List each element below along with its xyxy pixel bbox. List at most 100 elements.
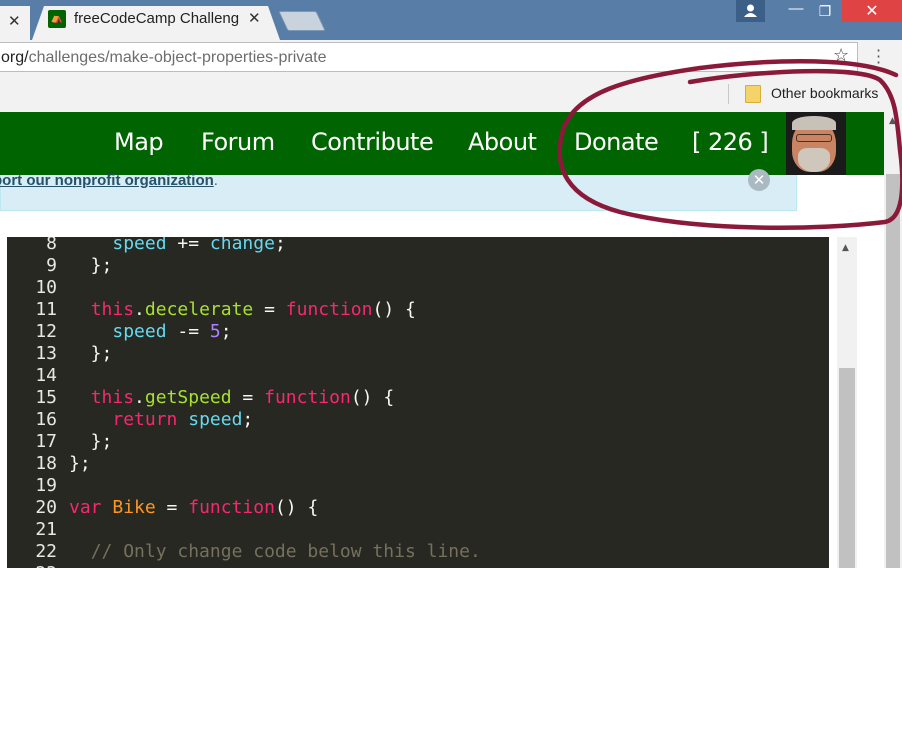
code-token: ; [242, 409, 254, 430]
code-token: = [155, 497, 189, 518]
nav-about[interactable]: About [468, 128, 537, 156]
line-number: 10 [35, 277, 57, 298]
freecodecamp-favicon-icon: ⛺ [48, 10, 66, 28]
tab-close-icon[interactable]: ✕ [248, 9, 261, 27]
code-token: function [264, 387, 351, 408]
line-number: 18 [35, 453, 57, 474]
line-number: 13 [35, 343, 57, 364]
page-scrollbar[interactable]: ▲ [884, 112, 902, 568]
code-token: }; [69, 343, 113, 364]
nav-map[interactable]: Map [114, 128, 164, 156]
line-code: // Only change code below this line. [69, 541, 481, 563]
code-token: // Only change code below this line. [90, 541, 481, 562]
other-bookmarks[interactable]: Other bookmarks [771, 85, 878, 101]
code-token: }; [69, 431, 113, 452]
code-token: function [285, 299, 373, 320]
bookmarks-bar: Other bookmarks [0, 78, 902, 113]
code-token: this [90, 387, 135, 408]
tab-freecodecamp[interactable]: ⛺ freeCodeCamp Challeng ✕ [32, 6, 280, 40]
avatar[interactable] [786, 112, 846, 175]
banner-close-icon[interactable]: ✕ [748, 169, 770, 191]
page-scroll-thumb[interactable] [886, 174, 900, 568]
line-number: 12 [35, 321, 57, 342]
code-token: var [69, 497, 102, 518]
scroll-up-icon[interactable]: ▲ [889, 116, 896, 126]
code-token: = [253, 299, 286, 320]
previous-tab[interactable]: ✕ [0, 6, 30, 40]
line-number: 21 [35, 519, 57, 540]
code-token: }; [69, 453, 91, 474]
code-token: = [231, 387, 265, 408]
code-token: . [134, 299, 145, 320]
banner-text: port our nonprofit organization. [0, 172, 218, 189]
url-path: challenges/make-object-properties-privat… [28, 49, 327, 66]
code-token: function [188, 497, 275, 518]
nav-donate[interactable]: Donate [574, 128, 659, 156]
code-token: speed [112, 321, 167, 342]
code-token: () { [350, 387, 395, 408]
browser-toolbar: org/challenges/make-object-properties-pr… [0, 40, 902, 78]
line-number: 9 [46, 255, 57, 276]
nav-contribute[interactable]: Contribute [311, 128, 434, 156]
tab-title: freeCodeCamp Challeng [74, 10, 239, 27]
bookmark-star-icon[interactable]: ☆ [833, 45, 849, 66]
code-token: ; [274, 237, 286, 254]
line-code: return speed; [69, 409, 253, 431]
code-token: decelerate [144, 299, 254, 320]
code-editor[interactable]: 8 speed += change; 9 }; 10 11 this.decelera… [7, 237, 829, 568]
code-token: speed [188, 409, 243, 430]
nonprofit-link[interactable]: port our nonprofit organization [0, 172, 214, 189]
code-token: return [112, 409, 178, 430]
nav-points[interactable]: [ 226 ] [692, 128, 769, 156]
avatar-glasses [796, 134, 832, 142]
url-text: org/challenges/make-object-properties-pr… [1, 49, 327, 67]
close-window-button[interactable]: ✕ [842, 0, 902, 22]
maximize-button[interactable]: ❐ [812, 0, 838, 22]
minimize-button[interactable]: — [783, 0, 809, 22]
avatar-beard [798, 148, 830, 172]
nav-forum[interactable]: Forum [201, 128, 275, 156]
site-navbar: Map Forum Contribute About Donate [ 226 … [0, 112, 902, 175]
editor-scroll-up-icon[interactable]: ▲ [842, 243, 849, 253]
line-code: }; [69, 431, 113, 453]
line-number: 19 [35, 475, 57, 496]
line-code: this.decelerate = function() { [69, 299, 416, 321]
editor-scroll-thumb[interactable] [839, 368, 855, 568]
line-code: }; [69, 343, 113, 365]
line-code: speed += change; [69, 237, 286, 255]
editor-scrollbar[interactable]: ▲ [837, 237, 857, 568]
line-number: 22 [35, 541, 57, 562]
browser-menu-icon[interactable]: · · · [876, 43, 881, 71]
address-bar[interactable]: org/challenges/make-object-properties-pr… [0, 42, 858, 72]
close-icon[interactable]: ✕ [8, 12, 21, 30]
profile-button[interactable] [736, 0, 765, 22]
code-token: () { [372, 299, 416, 320]
code-token: Bike [112, 497, 156, 518]
code-token: speed [112, 237, 167, 254]
line-number: 11 [35, 299, 57, 320]
banner-suffix: . [213, 172, 218, 189]
line-code: }; [69, 453, 91, 475]
folder-icon [745, 85, 761, 103]
code-token: getSpeed [144, 387, 232, 408]
code-token: 5 [209, 321, 221, 342]
line-number: 15 [35, 387, 57, 408]
browser-tab-strip: ✕ ⛺ freeCodeCamp Challeng ✕ — ❐ ✕ [0, 0, 902, 40]
line-number: 17 [35, 431, 57, 452]
bookmarks-separator [728, 84, 729, 104]
code-token: () { [274, 497, 319, 518]
code-token: -= [166, 321, 210, 342]
line-code: speed -= 5; [69, 321, 232, 343]
new-tab-button[interactable] [278, 11, 326, 31]
line-number: 14 [35, 365, 57, 386]
person-icon [744, 4, 757, 17]
avatar-hair [792, 116, 836, 130]
code-token: ; [220, 321, 232, 342]
